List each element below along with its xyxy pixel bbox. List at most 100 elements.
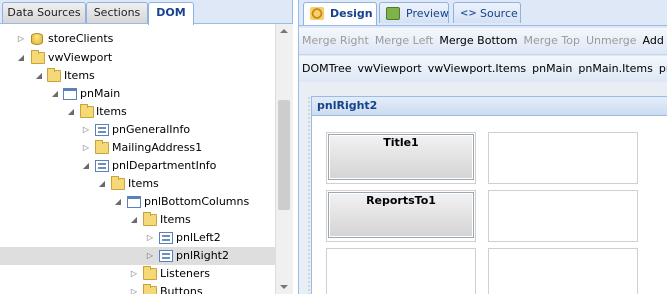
tree-node-pnmain[interactable]: ◢ pnMain xyxy=(0,85,275,103)
folder-icon xyxy=(80,104,94,118)
collapse-arrow-icon[interactable]: ◢ xyxy=(129,211,139,229)
collapse-arrow-icon[interactable]: ◢ xyxy=(16,49,26,67)
tree-node-label: pnGeneralInfo xyxy=(112,123,191,136)
unmerge-button[interactable]: Unmerge xyxy=(583,28,640,54)
tree-node-label: Items xyxy=(96,105,127,118)
tree-node-pnlright2[interactable]: ▷ pnlRight2 xyxy=(0,247,275,265)
left-tab-strip: Data Sources Sections DOM xyxy=(0,0,292,25)
tab-preview-label: Preview xyxy=(406,7,449,20)
expand-arrow-icon[interactable]: ▷ xyxy=(81,121,91,139)
expand-arrow-icon[interactable]: ▷ xyxy=(145,229,155,247)
tree-node-pnldepartmentinfo[interactable]: ◢ pnlDepartmentInfo xyxy=(0,157,275,175)
dom-tree: ▷ storeClients ◢ vwViewport ◢ Items ◢ pn… xyxy=(0,24,275,294)
database-icon xyxy=(31,33,43,45)
tree-node-items[interactable]: ◢ Items xyxy=(0,67,275,85)
folder-icon xyxy=(143,212,157,226)
preview-icon xyxy=(386,7,400,20)
breadcrumb-item[interactable]: pnlDepartmentInfo xyxy=(656,56,667,82)
tree-scrollbar[interactable] xyxy=(275,24,293,294)
folder-icon xyxy=(31,50,45,64)
breadcrumb-item[interactable]: DOMTree xyxy=(299,56,355,82)
tab-preview[interactable]: Preview xyxy=(379,2,449,23)
tab-source[interactable]: <> Source xyxy=(453,2,521,23)
design-icon xyxy=(310,7,324,20)
folder-icon xyxy=(47,68,61,82)
tree-node-buttons[interactable]: ▷ Buttons xyxy=(0,283,275,294)
folder-icon xyxy=(143,266,157,280)
layout-cell[interactable] xyxy=(488,248,638,294)
source-icon: <> xyxy=(460,8,477,19)
tree-node-label: Items xyxy=(160,213,191,226)
collapse-arrow-icon[interactable]: ◢ xyxy=(34,67,44,85)
layout-cell[interactable] xyxy=(326,248,476,294)
collapse-arrow-icon[interactable]: ◢ xyxy=(50,85,60,103)
expand-arrow-icon[interactable]: ▷ xyxy=(81,139,91,157)
expand-arrow-icon[interactable]: ▷ xyxy=(129,283,139,294)
merge-right-button[interactable]: Merge Right xyxy=(299,28,372,54)
expand-arrow-icon[interactable]: ▷ xyxy=(145,247,155,265)
panel-title[interactable]: pnlRight2 xyxy=(311,96,667,116)
tree-node-label: vwViewport xyxy=(48,51,113,64)
tree-node-pnlbottomcolumns[interactable]: ◢ pnlBottomColumns xyxy=(0,193,275,211)
layout-cell[interactable] xyxy=(488,190,638,242)
merge-bottom-button[interactable]: Merge Bottom xyxy=(436,28,520,54)
tree-node-items[interactable]: ◢ Items xyxy=(0,175,275,193)
dom-panel: Data Sources Sections DOM ▷ storeClients… xyxy=(0,0,293,294)
collapse-arrow-icon[interactable]: ◢ xyxy=(113,193,123,211)
tree-node-label: pnMain xyxy=(80,87,121,100)
designer-panel: Design Preview <> Source Merge Right Merg… xyxy=(298,0,667,294)
add-row-below-button[interactable]: Add row below xyxy=(640,28,667,54)
collapse-arrow-icon[interactable]: ◢ xyxy=(81,157,91,175)
tree-node-label: Items xyxy=(64,69,95,82)
folder-icon xyxy=(111,176,125,190)
tab-design[interactable]: Design xyxy=(303,2,377,25)
tree-node-label: pnlLeft2 xyxy=(176,231,221,244)
collapse-arrow-icon[interactable]: ◢ xyxy=(66,103,76,121)
expand-arrow-icon[interactable]: ▷ xyxy=(16,30,26,48)
tree-node-storeclients[interactable]: ▷ storeClients xyxy=(0,30,275,48)
layout-toolbar: Merge Right Merge Left Merge Bottom Merge T… xyxy=(299,28,667,55)
tree-node-label: Listeners xyxy=(160,267,210,280)
tree-node-items[interactable]: ◢ Items xyxy=(0,103,275,121)
tree-node-pnlleft2[interactable]: ▷ pnlLeft2 xyxy=(0,229,275,247)
collapse-arrow-icon[interactable]: ◢ xyxy=(97,175,107,193)
scrollbar-thumb[interactable] xyxy=(278,100,290,210)
breadcrumb-item[interactable]: vwViewport.Items xyxy=(425,56,529,82)
tree-node-label: Items xyxy=(128,177,159,190)
tree-node-label: Buttons xyxy=(160,285,203,294)
folder-icon xyxy=(95,140,109,154)
tree-node-vwviewport[interactable]: ◢ vwViewport xyxy=(0,49,275,67)
expand-arrow-icon[interactable]: ▷ xyxy=(129,265,139,283)
tree-node-label: storeClients xyxy=(48,32,114,45)
tree-node-listeners[interactable]: ▷ Listeners xyxy=(0,265,275,283)
form-panel-icon xyxy=(95,160,109,172)
form-panel-icon xyxy=(95,124,109,136)
tree-node-pngeneralinfo[interactable]: ▷ pnGeneralInfo xyxy=(0,121,275,139)
folder-icon xyxy=(143,284,157,294)
tree-node-mailingaddress1[interactable]: ▷ MailingAddress1 xyxy=(0,139,275,157)
tree-node-label: pnlDepartmentInfo xyxy=(112,159,217,172)
tab-source-label: Source xyxy=(480,7,518,20)
form-panel-icon xyxy=(159,232,173,244)
tab-dom[interactable]: DOM xyxy=(148,2,194,25)
tab-data-sources[interactable]: Data Sources xyxy=(2,2,86,23)
merge-left-button[interactable]: Merge Left xyxy=(372,28,437,54)
tree-node-label: MailingAddress1 xyxy=(112,141,203,154)
form-panel-icon xyxy=(159,250,173,262)
field-label: ReportsTo1 xyxy=(366,194,436,207)
field-title1[interactable]: Title1 xyxy=(328,134,474,180)
breadcrumb-item[interactable]: pnMain xyxy=(529,56,575,82)
breadcrumb-item[interactable]: vwViewport xyxy=(355,56,425,82)
tree-node-label: pnlBottomColumns xyxy=(144,195,250,208)
tree-node-items[interactable]: ◢ Items xyxy=(0,211,275,229)
layout-cell[interactable] xyxy=(488,132,638,184)
scroll-down-arrow-icon[interactable] xyxy=(280,285,288,289)
designer-tab-strip: Design Preview <> Source xyxy=(299,0,667,26)
tab-design-label: Design xyxy=(330,7,373,20)
breadcrumb: DOMTree vwViewport vwViewport.Items pnMain p… xyxy=(299,56,667,83)
merge-top-button[interactable]: Merge Top xyxy=(521,28,583,54)
tab-sections[interactable]: Sections xyxy=(86,2,148,23)
breadcrumb-item[interactable]: pnMain.Items xyxy=(575,56,655,82)
field-reportsto1[interactable]: ReportsTo1 xyxy=(328,192,474,238)
scroll-up-arrow-icon[interactable] xyxy=(280,29,288,33)
